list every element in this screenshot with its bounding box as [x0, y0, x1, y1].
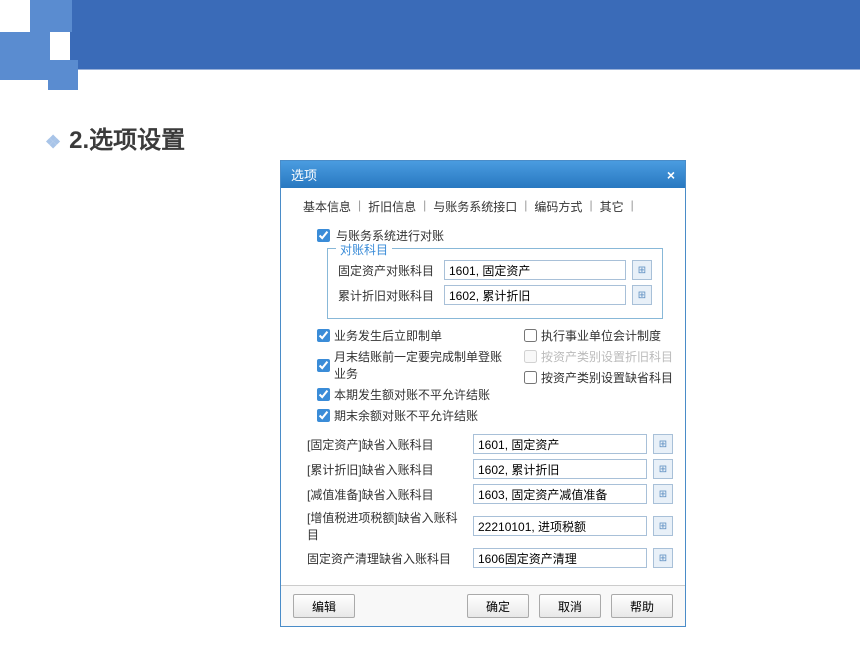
cb-label: 本期发生额对账不平允许结账 — [334, 386, 490, 403]
depreciation-account-row: 累计折旧对账科目 ⊞ — [338, 285, 652, 305]
field-label: [增值税进项税额]缺省入账科目 — [307, 509, 467, 543]
cb-institution-accounting[interactable] — [524, 329, 537, 342]
cancel-button[interactable]: 取消 — [539, 594, 601, 618]
field-label: [累计折旧]缺省入账科目 — [307, 461, 467, 478]
cb-depreciation-by-category — [524, 350, 537, 363]
fixed-asset-account-input[interactable] — [444, 260, 626, 280]
deco-square — [0, 32, 50, 80]
default-disposal-input[interactable] — [473, 548, 647, 568]
bullet-icon: ❖ — [45, 132, 61, 152]
tab-other[interactable]: 其它 — [596, 196, 628, 217]
lookup-icon[interactable]: ⊞ — [653, 548, 673, 568]
cb-period-amount[interactable] — [317, 388, 330, 401]
fieldset-legend: 对账科目 — [336, 241, 392, 258]
reconcile-checkbox[interactable] — [317, 229, 330, 242]
page-heading: ❖ 2.选项设置 — [45, 120, 185, 155]
left-checkbox-column: 业务发生后立即制单 月末结账前一定要完成制单登账业务 本期发生额对账不平允许结账… — [317, 327, 504, 424]
dialog-title-text: 选项 — [291, 165, 317, 184]
fixed-asset-account-label: 固定资产对账科目 — [338, 262, 438, 279]
lookup-icon[interactable]: ⊞ — [653, 516, 673, 536]
heading-text: 2.选项设置 — [69, 127, 185, 154]
depreciation-account-input[interactable] — [444, 285, 626, 305]
tab-basic-info[interactable]: 基本信息 — [299, 196, 355, 217]
fixed-asset-account-row: 固定资产对账科目 ⊞ — [338, 260, 652, 280]
ok-button[interactable]: 确定 — [467, 594, 529, 618]
cb-label: 执行事业单位会计制度 — [541, 327, 661, 344]
default-fixed-asset-input[interactable] — [473, 434, 647, 454]
close-icon[interactable]: × — [667, 167, 675, 183]
slide-header — [0, 0, 860, 100]
lookup-icon[interactable]: ⊞ — [653, 484, 673, 504]
deco-square — [30, 0, 72, 32]
field-label: [固定资产]缺省入账科目 — [307, 436, 467, 453]
cb-label: 月末结账前一定要完成制单登账业务 — [334, 348, 504, 382]
dialog-titlebar[interactable]: 选项 × — [281, 161, 685, 188]
dialog-body: 基本信息 | 折旧信息 | 与账务系统接口 | 编码方式 | 其它 | 与账务系… — [281, 188, 685, 585]
cb-label: 按资产类别设置缺省科目 — [541, 369, 673, 386]
default-vat-input[interactable] — [473, 516, 647, 536]
field-label: 固定资产清理缺省入账科目 — [307, 550, 467, 567]
tab-account-interface[interactable]: 与账务系统接口 — [429, 196, 521, 217]
edit-button[interactable]: 编辑 — [293, 594, 355, 618]
default-disposal-row: 固定资产清理缺省入账科目 ⊞ — [307, 548, 673, 568]
tab-depreciation-info[interactable]: 折旧信息 — [364, 196, 420, 217]
dialog-footer: 编辑 确定 取消 帮助 — [281, 585, 685, 626]
tab-separator: | — [588, 196, 593, 217]
tab-strip: 基本信息 | 折旧信息 | 与账务系统接口 | 编码方式 | 其它 | — [293, 196, 673, 217]
checkbox-columns: 业务发生后立即制单 月末结账前一定要完成制单登账业务 本期发生额对账不平允许结账… — [317, 327, 673, 424]
deco-square — [48, 60, 78, 90]
cb-immediate-voucher[interactable] — [317, 329, 330, 342]
lookup-icon[interactable]: ⊞ — [653, 459, 673, 479]
options-dialog: 选项 × 基本信息 | 折旧信息 | 与账务系统接口 | 编码方式 | 其它 |… — [280, 160, 686, 627]
lookup-icon[interactable]: ⊞ — [632, 285, 652, 305]
cb-ending-balance[interactable] — [317, 409, 330, 422]
cb-label: 按资产类别设置折旧科目 — [541, 348, 673, 365]
default-impairment-input[interactable] — [473, 484, 647, 504]
tab-encoding[interactable]: 编码方式 — [530, 196, 586, 217]
right-checkbox-column: 执行事业单位会计制度 按资产类别设置折旧科目 按资产类别设置缺省科目 — [524, 327, 673, 424]
banner-bar — [70, 0, 860, 70]
depreciation-account-label: 累计折旧对账科目 — [338, 287, 438, 304]
default-depreciation-input[interactable] — [473, 459, 647, 479]
default-vat-input-row: [增值税进项税额]缺省入账科目 ⊞ — [307, 509, 673, 543]
help-button[interactable]: 帮助 — [611, 594, 673, 618]
lookup-icon[interactable]: ⊞ — [632, 260, 652, 280]
field-label: [减值准备]缺省入账科目 — [307, 486, 467, 503]
default-impairment-row: [减值准备]缺省入账科目 ⊞ — [307, 484, 673, 504]
cb-label: 业务发生后立即制单 — [334, 327, 442, 344]
cb-default-by-category[interactable] — [524, 371, 537, 384]
reconcile-accounts-fieldset: 对账科目 固定资产对账科目 ⊞ 累计折旧对账科目 ⊞ — [327, 248, 663, 319]
tab-separator: | — [630, 196, 635, 217]
default-fixed-asset-row: [固定资产]缺省入账科目 ⊞ — [307, 434, 673, 454]
default-accounts-section: [固定资产]缺省入账科目 ⊞ [累计折旧]缺省入账科目 ⊞ [减值准备]缺省入账… — [307, 434, 673, 568]
lookup-icon[interactable]: ⊞ — [653, 434, 673, 454]
cb-month-end-close[interactable] — [317, 359, 330, 372]
tab-separator: | — [422, 196, 427, 217]
tab-separator: | — [523, 196, 528, 217]
tab-separator: | — [357, 196, 362, 217]
cb-label: 期末余额对账不平允许结账 — [334, 407, 478, 424]
default-depreciation-row: [累计折旧]缺省入账科目 ⊞ — [307, 459, 673, 479]
